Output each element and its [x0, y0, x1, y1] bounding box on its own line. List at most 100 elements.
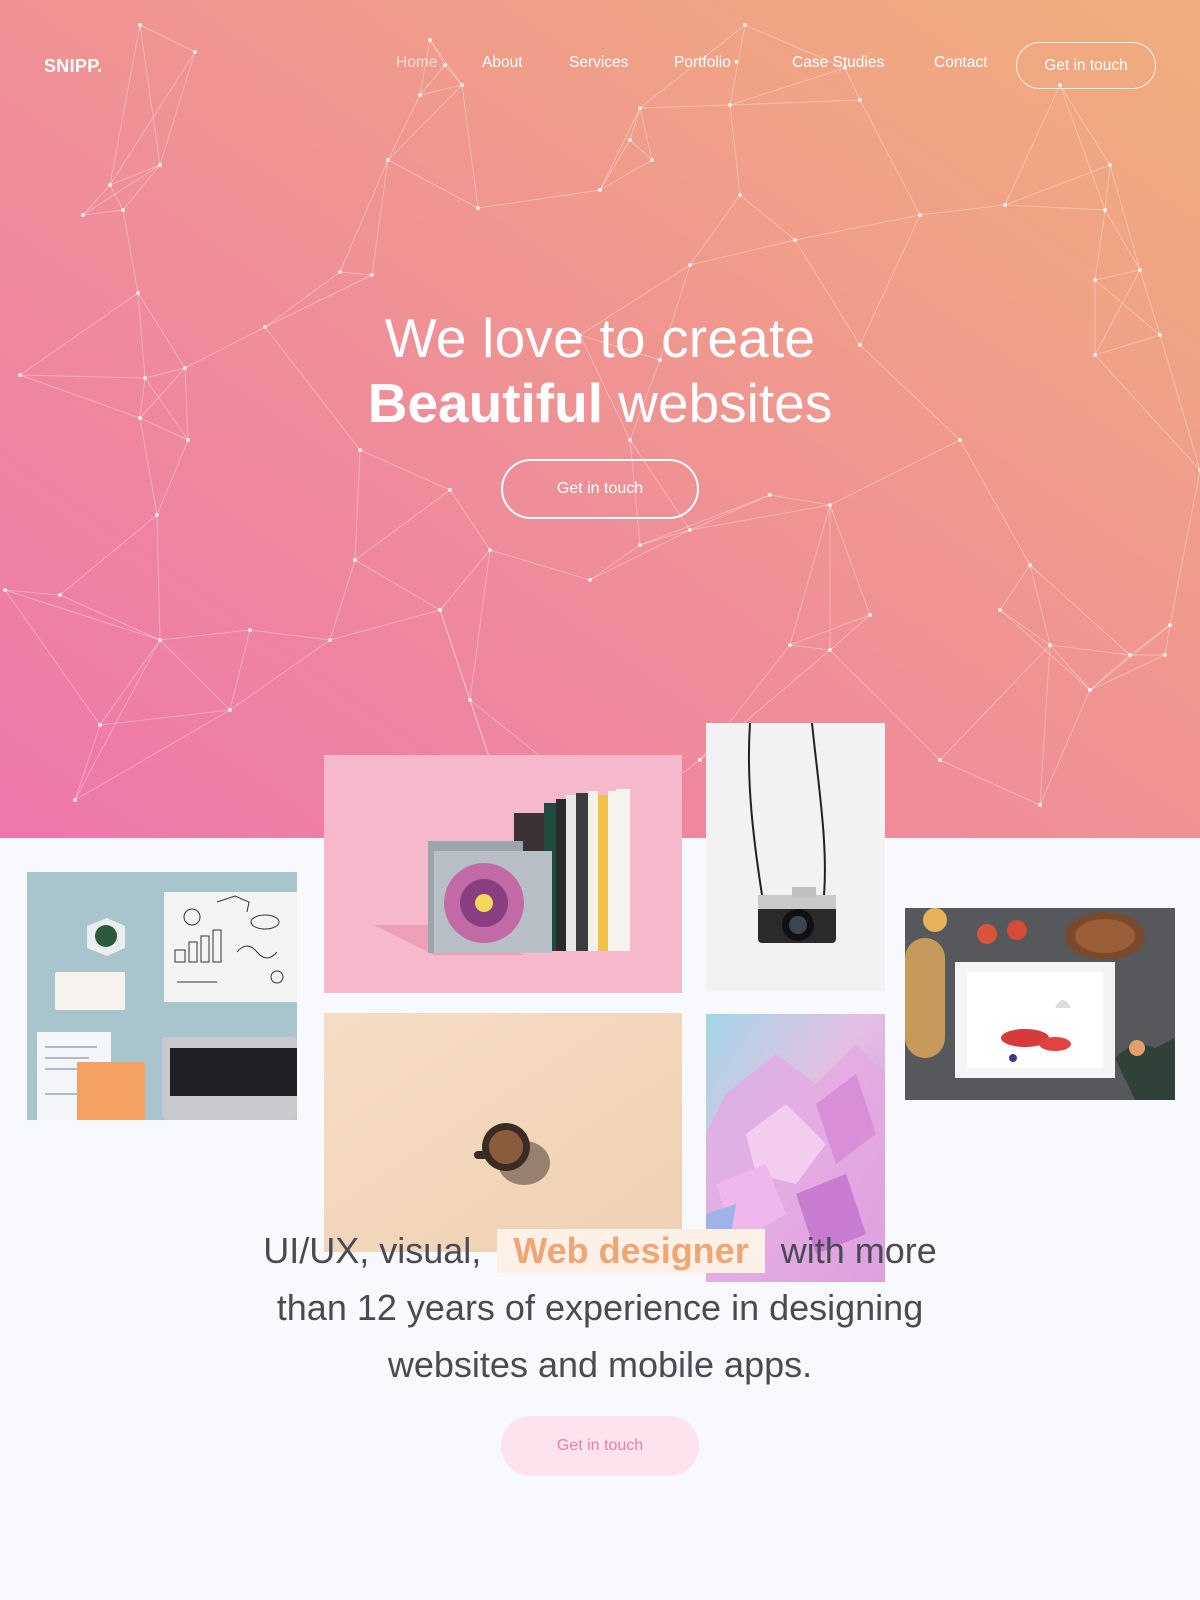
nav-home[interactable]: Home [396, 54, 437, 72]
network-dot [638, 106, 642, 110]
network-line [1109, 164, 1141, 271]
network-dot [918, 213, 922, 217]
network-line [1089, 654, 1166, 691]
network-dot [438, 608, 442, 612]
network-line [1039, 689, 1091, 806]
network-line [461, 84, 479, 209]
network-dot [768, 493, 772, 497]
hero-get-in-touch-button[interactable]: Get in touch [501, 459, 699, 519]
network-line [1104, 209, 1141, 271]
network-line [419, 84, 463, 96]
network-dot [121, 208, 125, 212]
network-dot [488, 548, 492, 552]
about-line3: websites and mobile apps. [387, 1344, 813, 1385]
network-line [939, 644, 1051, 761]
network-dot [938, 758, 942, 762]
gallery-image-coffee[interactable] [324, 1013, 682, 1252]
nav-portfolio[interactable]: Portfolio ▾ [674, 54, 738, 72]
network-line [439, 609, 491, 761]
network-line [919, 204, 1006, 216]
network-line [139, 24, 161, 166]
network-line [469, 549, 491, 701]
network-dot [3, 588, 7, 592]
network-line [599, 139, 631, 191]
network-line [477, 189, 601, 209]
about-line2: than 12 years of experience in designing [276, 1287, 924, 1328]
network-dot [650, 158, 654, 162]
network-line [1164, 624, 1171, 656]
about-get-in-touch-button[interactable]: Get in touch [501, 1416, 699, 1476]
network-line [629, 107, 641, 141]
nav-services[interactable]: Services [569, 54, 628, 72]
network-line [99, 709, 231, 726]
brand-logo[interactable]: SNIPP. [44, 56, 103, 77]
network-line [789, 504, 831, 646]
network-line [1169, 469, 1200, 626]
network-line [629, 139, 653, 161]
network-line [999, 564, 1031, 611]
network-line [156, 514, 161, 641]
network-line [739, 194, 796, 241]
network-line [387, 94, 421, 161]
network-dot [998, 608, 1002, 612]
network-line [769, 494, 831, 506]
hero-title-line2: Beautiful websites [0, 371, 1200, 435]
network-dot [1128, 653, 1132, 657]
network-dot [688, 263, 692, 267]
network-dot [1028, 563, 1032, 567]
network-line [449, 489, 491, 551]
network-line [489, 549, 591, 581]
network-line [794, 214, 921, 241]
network-dot [108, 183, 112, 187]
network-dot [158, 638, 162, 642]
hero-title-line1: We love to create [384, 307, 816, 369]
network-dot [193, 50, 197, 54]
network-line [1094, 209, 1106, 281]
network-dot [743, 23, 747, 27]
network-line [844, 67, 861, 101]
network-line [59, 514, 158, 596]
network-line [729, 67, 846, 106]
nav-get-in-touch-button[interactable]: Get in touch [1016, 42, 1156, 89]
nav-about[interactable]: About [482, 54, 523, 72]
network-dot [248, 628, 252, 632]
network-line [122, 164, 161, 211]
network-dot [1048, 643, 1052, 647]
hero-title-bold: Beautiful [367, 372, 603, 434]
network-line [1094, 269, 1141, 281]
network-dot [81, 213, 85, 217]
network-line [74, 724, 101, 801]
nav-case-studies[interactable]: Case Studies [792, 54, 884, 72]
nav-contact[interactable]: Contact [934, 54, 987, 72]
network-line [159, 51, 196, 166]
network-dot [155, 513, 159, 517]
network-dot [1138, 268, 1142, 272]
network-dot [460, 83, 464, 87]
network-dot [98, 723, 102, 727]
network-line [74, 709, 231, 801]
network-line [59, 594, 161, 641]
network-line [1004, 204, 1106, 211]
network-line [122, 209, 139, 294]
network-dot [1103, 208, 1107, 212]
gallery-image-food[interactable] [905, 908, 1175, 1100]
hero-title-rest: websites [618, 372, 833, 434]
gallery-image-camera[interactable] [706, 723, 885, 991]
network-dot [338, 270, 342, 274]
network-dot [58, 593, 62, 597]
gallery-image-desk[interactable] [27, 872, 297, 1120]
network-dot [688, 528, 692, 532]
network-dot [1088, 688, 1092, 692]
network-dot [428, 38, 432, 42]
network-dot [73, 798, 77, 802]
network-dot [353, 558, 357, 562]
network-dot [476, 206, 480, 210]
network-dot [738, 193, 742, 197]
network-dot [386, 158, 390, 162]
network-dot [828, 648, 832, 652]
hero-section: SNIPP. Home About Services Portfolio ▾ Ca… [0, 0, 1200, 838]
about-line1: UI/UX, visual, Web designer with more [0, 1222, 1200, 1279]
network-dot [138, 23, 142, 27]
network-dot [868, 613, 872, 617]
gallery-image-books[interactable] [324, 755, 682, 993]
